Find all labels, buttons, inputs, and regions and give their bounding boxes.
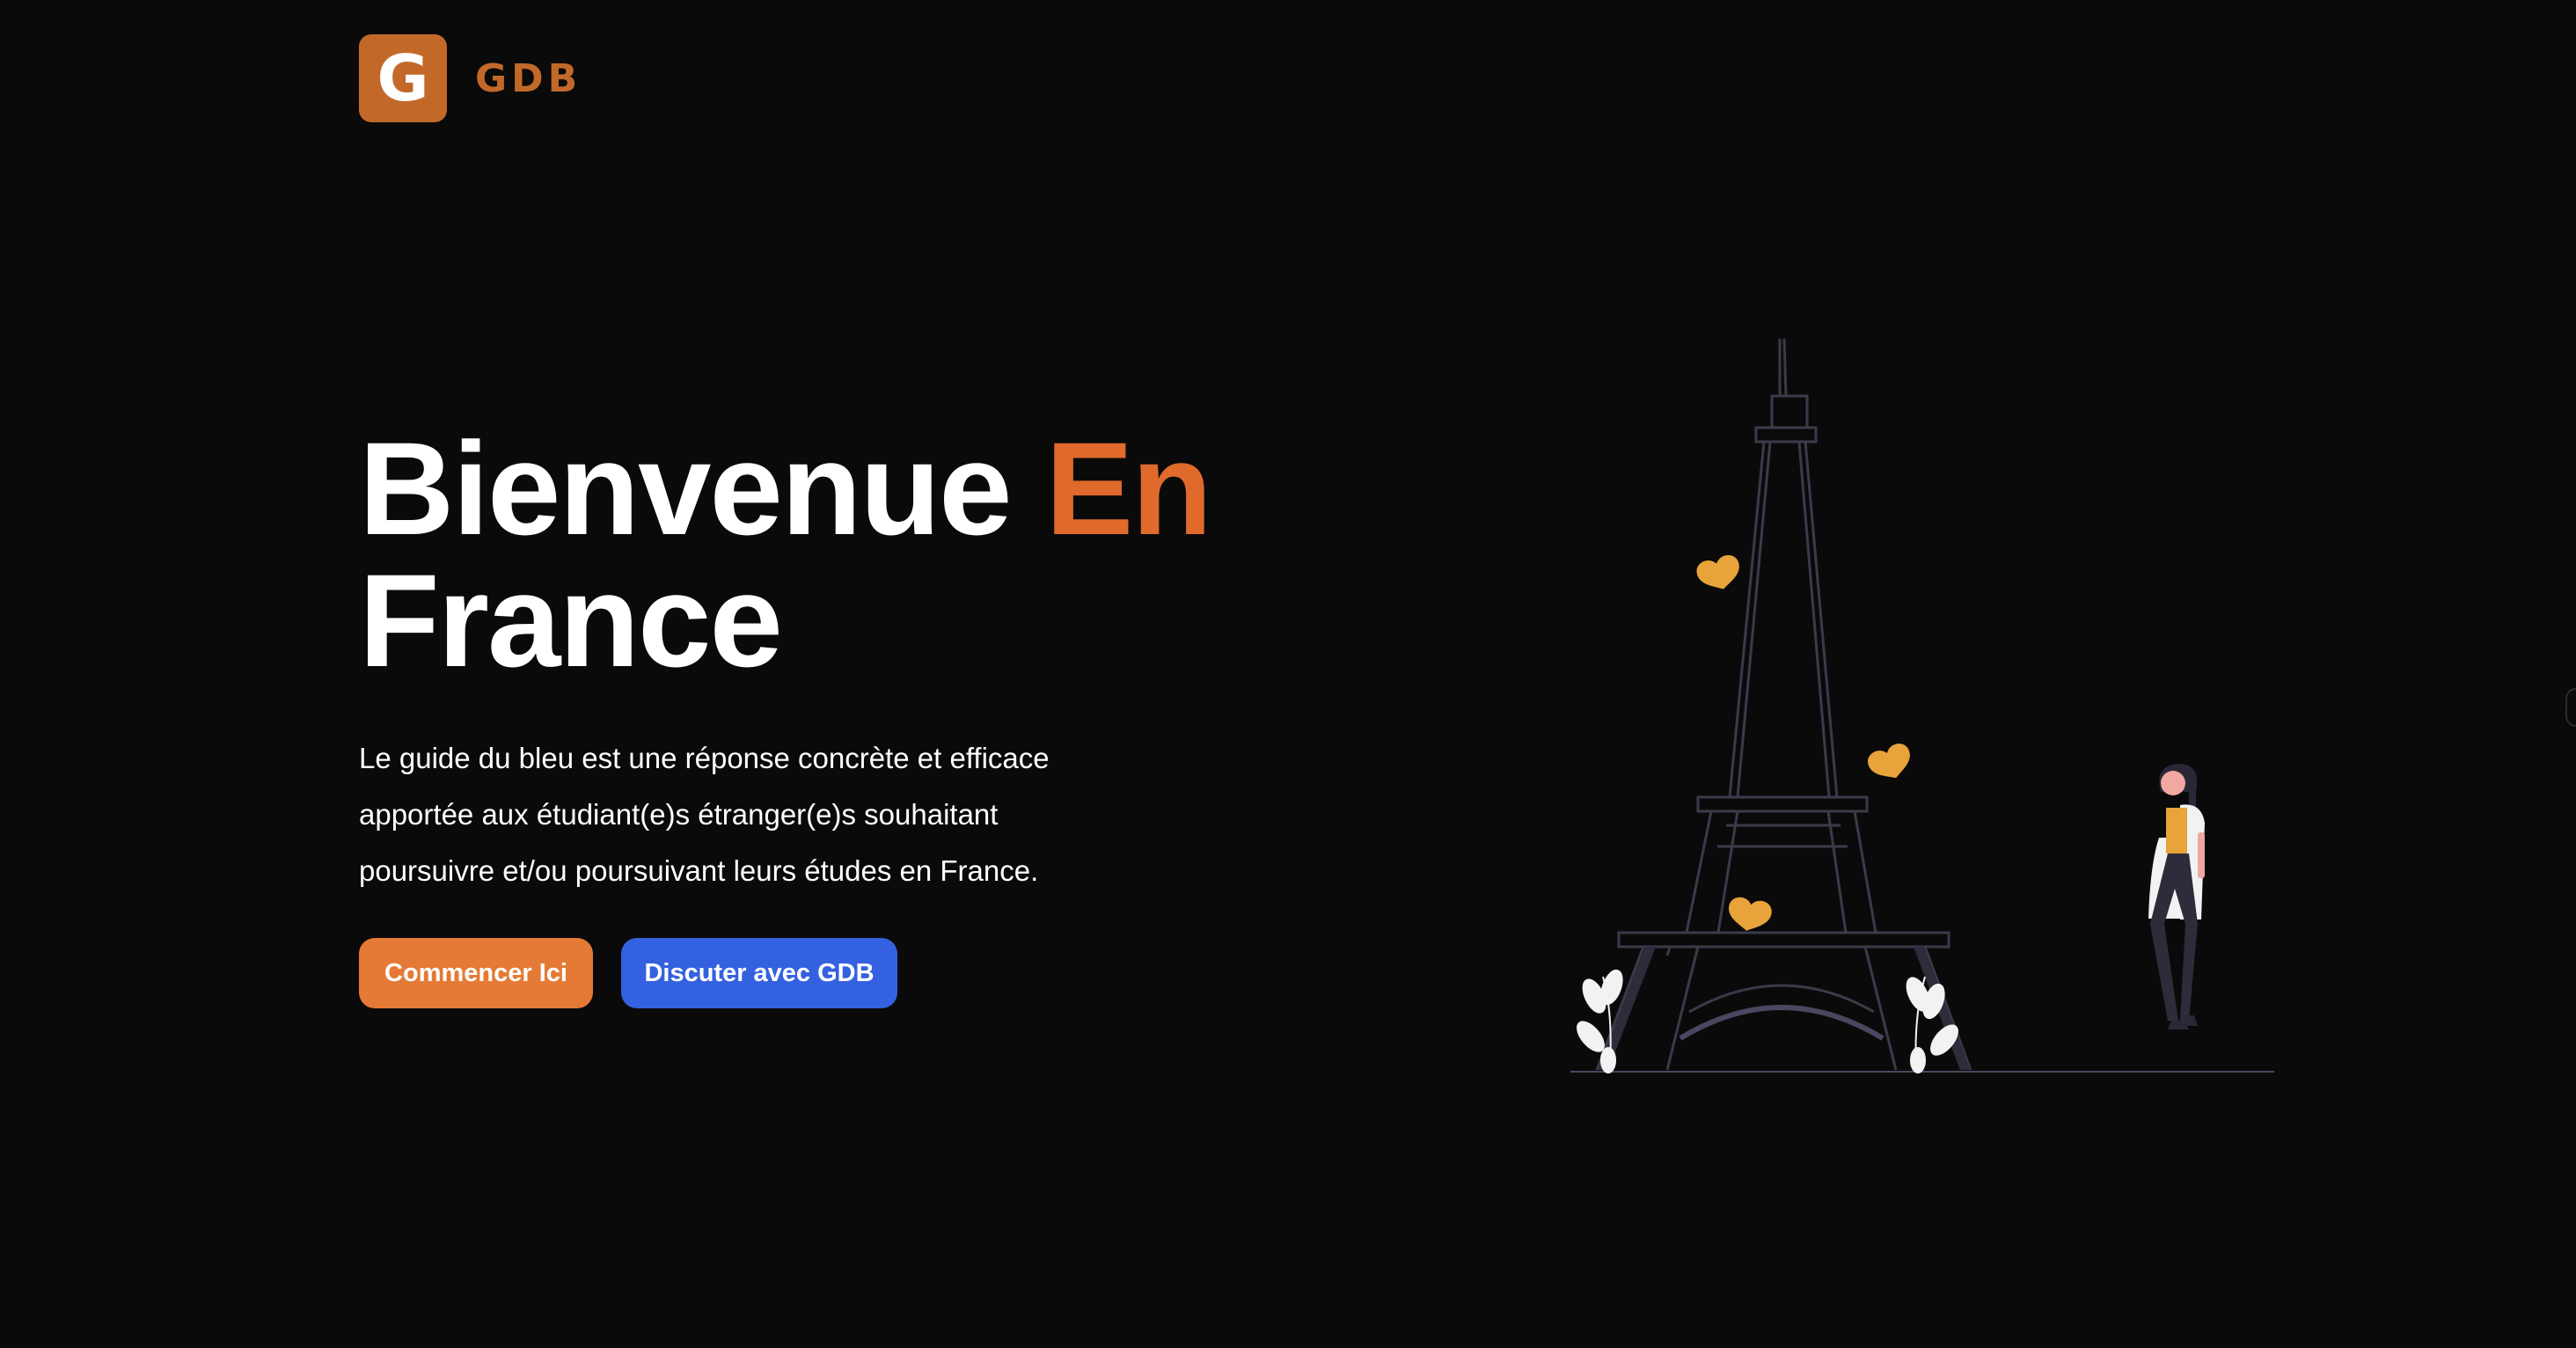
- chat-button[interactable]: Discuter avec GDB: [621, 938, 897, 1008]
- eiffel-tower-illustration: [1570, 338, 2274, 1073]
- hero-title-part2: France: [359, 546, 783, 694]
- start-button[interactable]: Commencer Ici: [359, 938, 593, 1008]
- hero-title-part1: Bienvenue: [359, 414, 1046, 562]
- hero-title-accent: En: [1045, 414, 1212, 562]
- scroll-edge-indicator[interactable]: [2565, 688, 2576, 727]
- hero-actions: Commencer Ici Discuter avec GDB: [359, 938, 1503, 1008]
- brand-name: GDB: [475, 55, 582, 101]
- heart-icon: [1729, 897, 1772, 931]
- heart-icon: [1696, 554, 1739, 590]
- hero-section: Bienvenue En France Le guide du bleu est …: [359, 422, 1503, 1008]
- logo-badge: G: [359, 34, 447, 122]
- hero-description: Le guide du bleu est une réponse concrèt…: [359, 742, 1050, 887]
- landing-page: G GDB Bienvenue En France Le guide du ble…: [0, 0, 2576, 1348]
- logo[interactable]: G GDB: [359, 34, 582, 122]
- hero-title: Bienvenue En France: [359, 422, 1503, 686]
- heart-icon: [1868, 744, 1910, 779]
- woman-figure: [2148, 764, 2205, 1029]
